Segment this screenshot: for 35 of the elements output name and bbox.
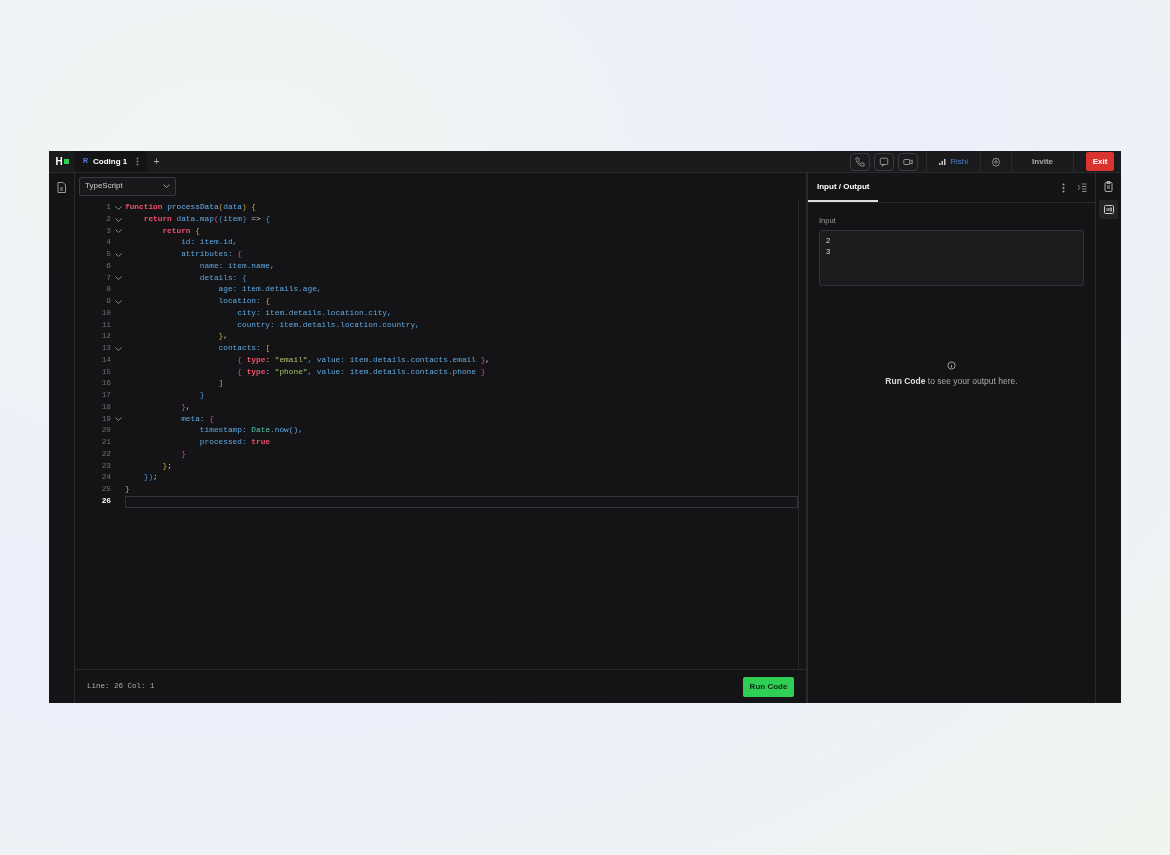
fold-icon[interactable]	[114, 252, 122, 257]
info-icon	[947, 361, 956, 371]
clipboard-icon[interactable]	[1104, 181, 1113, 192]
user-button[interactable]: Rishi	[931, 151, 977, 172]
panel-tab[interactable]: Input / Output	[808, 173, 879, 202]
video-icon	[903, 156, 914, 167]
fold-icon[interactable]	[114, 276, 122, 281]
fold-icon[interactable]	[114, 217, 122, 222]
more-icon[interactable]	[136, 157, 140, 166]
phone-button[interactable]	[850, 152, 871, 171]
fold-icon[interactable]	[114, 346, 122, 351]
run-code-button[interactable]: Run Code	[743, 676, 794, 697]
more-icon[interactable]	[1062, 182, 1065, 193]
empty-output-message: Run Code to see your output here.	[885, 375, 1018, 388]
chat-button[interactable]	[874, 152, 895, 171]
language-dropdown[interactable]: TypeScript	[79, 176, 176, 196]
phone-icon	[855, 156, 866, 167]
invite-button[interactable]: Invite	[1016, 151, 1069, 172]
signal-icon	[939, 158, 947, 165]
exit-button[interactable]: Exit	[1086, 152, 1114, 171]
io-icon	[1103, 205, 1114, 214]
file-icon[interactable]	[57, 182, 66, 193]
video-button[interactable]	[898, 152, 919, 171]
add-tab-button[interactable]: +	[147, 153, 166, 170]
collapse-panel-icon[interactable]	[1077, 183, 1087, 192]
settings-icon	[991, 156, 1002, 167]
chat-icon	[879, 156, 890, 167]
fold-icon[interactable]	[114, 299, 122, 304]
io-panel-button[interactable]	[1099, 200, 1118, 219]
fold-icon[interactable]	[114, 205, 122, 210]
tab-label: Coding 1	[93, 155, 128, 168]
logo: H	[55, 154, 69, 169]
fold-icon[interactable]	[114, 417, 122, 422]
fold-icon[interactable]	[114, 229, 122, 234]
chevron-down-icon	[163, 184, 170, 188]
